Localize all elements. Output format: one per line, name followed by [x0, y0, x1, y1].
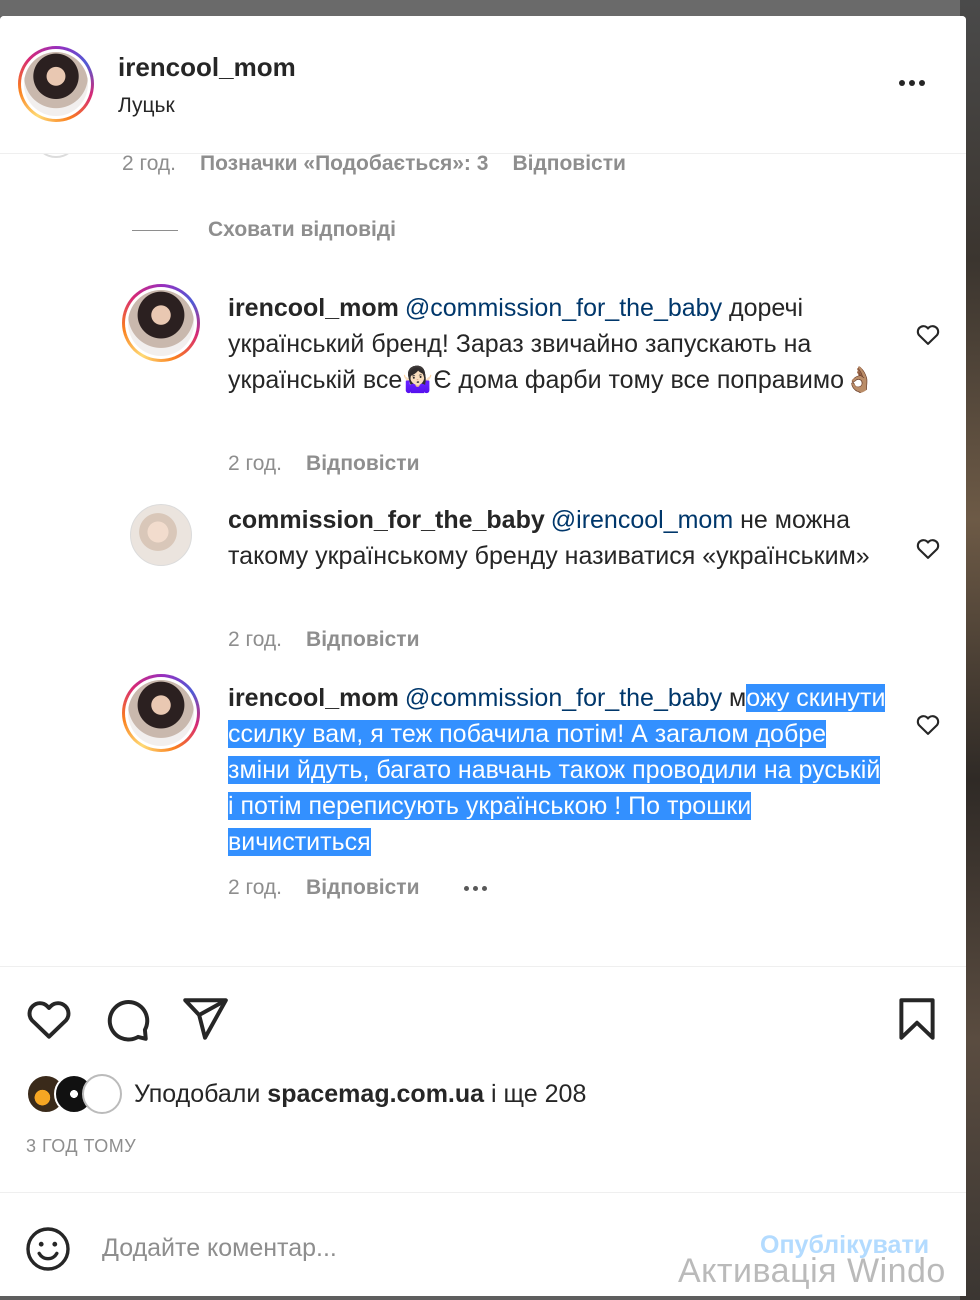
post-location[interactable]: Луцьк	[118, 94, 175, 118]
hide-replies-button[interactable]: Сховати відповіді	[132, 218, 396, 242]
reply-text: commission_for_the_baby @irencool_mom не …	[228, 502, 888, 574]
likes-text[interactable]: Уподобали spacemag.com.ua і ще 208	[134, 1080, 586, 1109]
share-send-icon[interactable]	[180, 994, 230, 1044]
window-top-strip	[0, 0, 980, 16]
emoji-icon[interactable]	[24, 1225, 72, 1273]
reply-mention[interactable]: @irencool_mom	[551, 506, 733, 534]
post-timestamp: 3 ГОД ТОМУ	[26, 1136, 137, 1156]
reply-avatar[interactable]	[130, 504, 192, 566]
reply-meta: 2 год. Відповісти	[228, 876, 487, 900]
comment-bubble-icon[interactable]	[102, 994, 152, 1044]
reply-button[interactable]: Відповісти	[512, 154, 625, 176]
post-dialog: irencool_mom Луцьк 2 год. Позначки «Подо…	[0, 16, 966, 1296]
hide-replies-label: Сховати відповіді	[208, 218, 396, 241]
reply-text: irencool_mom @commission_for_the_baby дор…	[228, 290, 888, 398]
comment-options-icon[interactable]	[463, 885, 487, 891]
comment-likes-count[interactable]: Позначки «Подобається»: 3	[200, 154, 488, 176]
reply-button[interactable]: Відповісти	[306, 452, 419, 476]
reply-mention[interactable]: @commission_for_the_baby	[405, 294, 722, 322]
post-header: irencool_mom Луцьк	[0, 16, 966, 154]
likes-user[interactable]: spacemag.com.ua	[267, 1080, 484, 1108]
reply-username[interactable]: irencool_mom	[228, 294, 399, 322]
reply-meta: 2 год. Відповісти	[228, 628, 420, 652]
comment-time: 2 год.	[122, 154, 177, 175]
reply-avatar[interactable]	[122, 284, 200, 362]
reply-meta: 2 год. Відповісти	[228, 452, 420, 476]
bookmark-save-icon[interactable]	[892, 994, 942, 1044]
like-comment-heart-icon[interactable]	[914, 320, 942, 348]
comment-time: 2 год.	[228, 876, 283, 899]
reply-username[interactable]: commission_for_the_baby	[228, 506, 545, 534]
likes-suffix[interactable]: і ще 208	[491, 1080, 586, 1108]
more-options-icon[interactable]	[890, 68, 934, 98]
liker-avatar	[82, 1074, 122, 1114]
reply-username[interactable]: irencool_mom	[228, 684, 399, 712]
reply-button[interactable]: Відповісти	[306, 876, 419, 900]
likes-summary[interactable]: Уподобали spacemag.com.ua і ще 208	[26, 1074, 586, 1114]
windows-activation-watermark: Активація Windo	[678, 1252, 946, 1290]
like-comment-heart-icon[interactable]	[914, 534, 942, 562]
comments-list[interactable]: 2 год. Позначки «Подобається»: 3 Відпові…	[0, 154, 966, 966]
previous-comment-meta: 2 год. Позначки «Подобається»: 3 Відпові…	[122, 154, 626, 176]
author-username[interactable]: irencool_mom	[118, 52, 296, 83]
reply-text: irencool_mom @commission_for_the_baby мож…	[228, 680, 888, 860]
comment-time: 2 год.	[228, 452, 283, 475]
likes-prefix: Уподобали	[134, 1079, 261, 1108]
comment-time: 2 год.	[228, 628, 283, 651]
section-divider	[0, 966, 966, 967]
reply-mention[interactable]: @commission_for_the_baby	[405, 684, 722, 712]
reply-avatar[interactable]	[122, 674, 200, 752]
reply-body: м	[729, 684, 747, 712]
previous-comment-avatar	[36, 154, 76, 158]
author-avatar[interactable]	[18, 46, 94, 122]
reply-button[interactable]: Відповісти	[306, 628, 419, 652]
like-comment-heart-icon[interactable]	[914, 710, 942, 738]
like-heart-icon[interactable]	[24, 994, 74, 1044]
comment-input[interactable]	[102, 1223, 722, 1273]
divider-line	[132, 229, 178, 231]
